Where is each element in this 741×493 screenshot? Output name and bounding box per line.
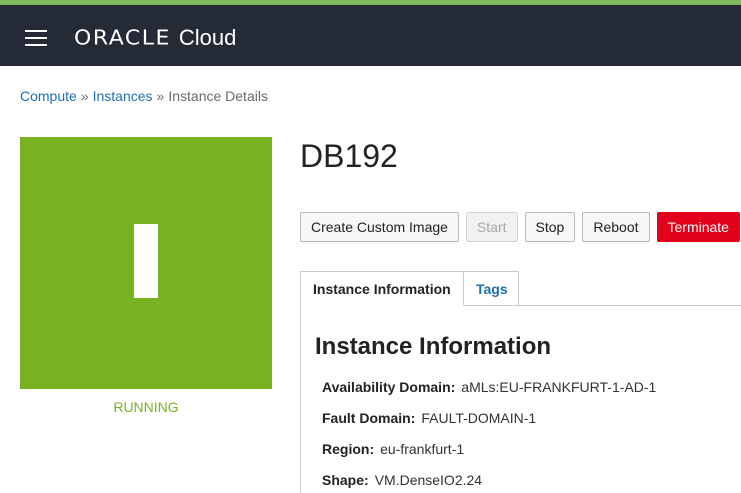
detail-tabs: Instance Information Tags: [300, 271, 741, 306]
terminate-button[interactable]: Terminate: [656, 212, 740, 242]
hamburger-menu-icon[interactable]: [25, 30, 47, 46]
breadcrumb-separator: »: [156, 88, 165, 104]
region-field: Region: eu-frankfurt-1: [322, 441, 464, 457]
start-button[interactable]: Start: [465, 212, 518, 242]
tab-instance-information[interactable]: Instance Information: [300, 271, 464, 306]
breadcrumb-compute[interactable]: Compute: [20, 88, 77, 104]
top-navbar: ORACLE Cloud: [0, 5, 741, 66]
fault-domain-field: Fault Domain: FAULT-DOMAIN-1: [322, 410, 536, 426]
field-label: Availability Domain:: [322, 379, 456, 395]
instance-state-tile: [20, 137, 272, 389]
action-toolbar: Create Custom Image Start Stop Reboot Te…: [300, 212, 740, 242]
brand-cloud-text: Cloud: [178, 25, 237, 50]
field-label: Region:: [322, 441, 375, 457]
breadcrumb-current: Instance Details: [168, 88, 268, 104]
field-label: Shape:: [322, 472, 369, 488]
oracle-cloud-logo[interactable]: ORACLE Cloud: [74, 23, 236, 53]
breadcrumb-separator: »: [80, 88, 89, 104]
field-value: aMLs:EU-FRANKFURT-1-AD-1: [461, 379, 657, 395]
instance-icon: [134, 224, 158, 298]
field-value: VM.DenseIO2.24: [374, 472, 483, 488]
tab-tags[interactable]: Tags: [464, 271, 519, 305]
page-title: DB192: [300, 138, 398, 174]
shape-field: Shape: VM.DenseIO2.24: [322, 472, 482, 488]
field-label: Fault Domain:: [322, 410, 416, 426]
instance-state-label: RUNNING: [113, 399, 179, 415]
field-value: FAULT-DOMAIN-1: [421, 410, 537, 426]
reboot-button[interactable]: Reboot: [582, 212, 650, 242]
availability-domain-field: Availability Domain: aMLs:EU-FRANKFURT-1-…: [322, 379, 656, 395]
instance-information-panel: Instance Information Availability Domain…: [300, 305, 741, 493]
breadcrumb-instances[interactable]: Instances: [93, 88, 153, 104]
brand-oracle-text: ORACLE: [74, 26, 171, 50]
create-custom-image-button[interactable]: Create Custom Image: [300, 212, 459, 242]
field-value: eu-frankfurt-1: [380, 441, 465, 457]
breadcrumb: Compute» Instances» Instance Details: [20, 88, 268, 104]
stop-button[interactable]: Stop: [524, 212, 576, 242]
section-title: Instance Information: [315, 333, 552, 360]
